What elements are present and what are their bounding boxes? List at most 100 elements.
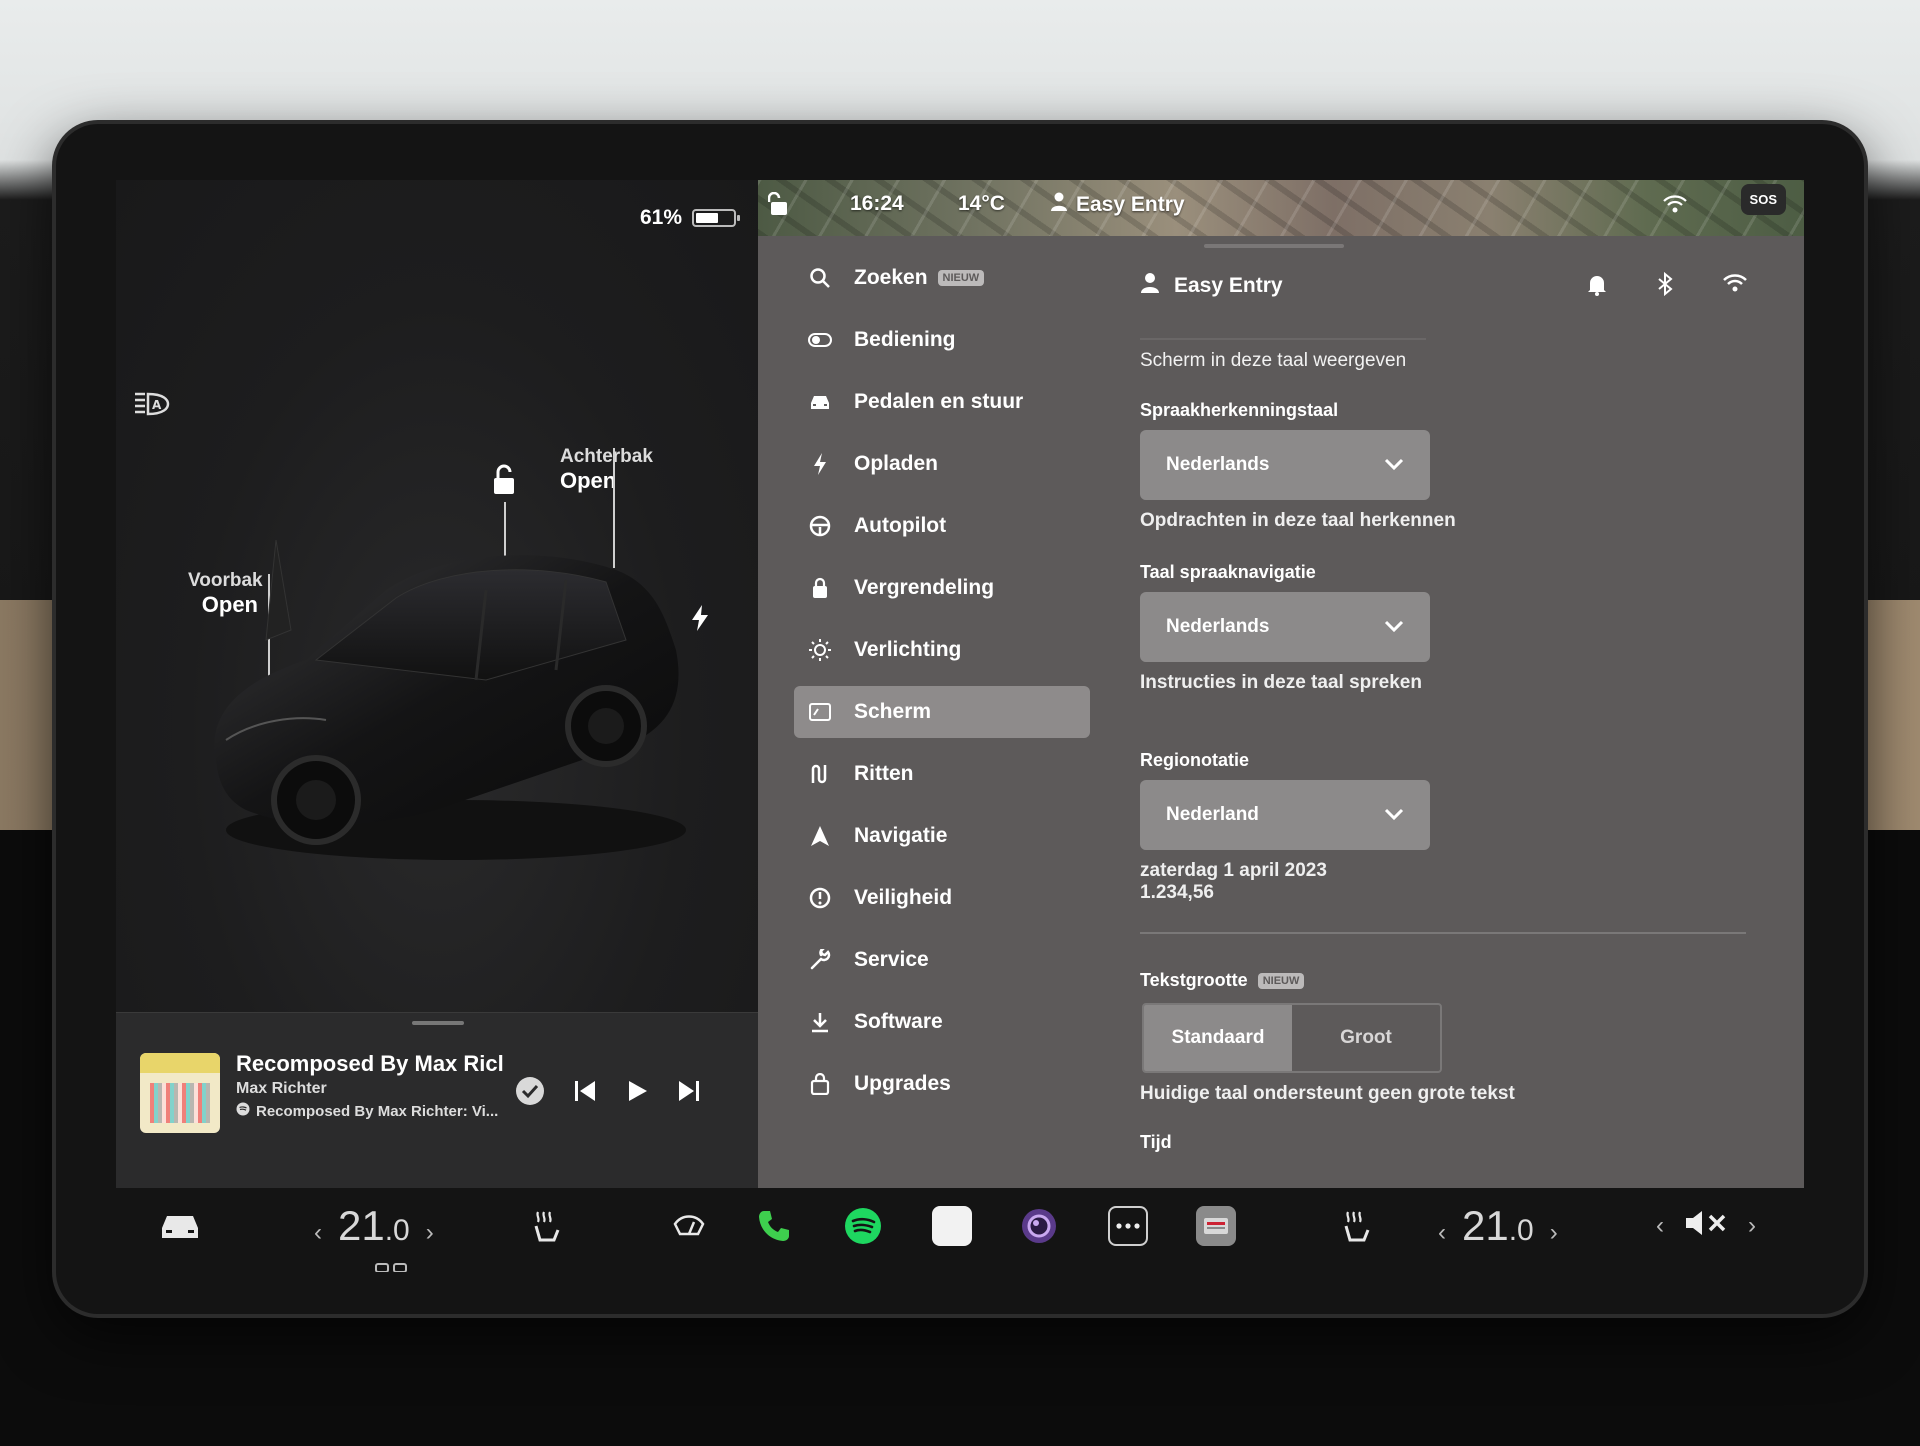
passenger-temp-decimal: .0 bbox=[1508, 1214, 1534, 1247]
header-icons bbox=[1586, 271, 1748, 301]
display-icon bbox=[808, 700, 832, 724]
speech-language-value: Nederlands bbox=[1166, 454, 1270, 475]
driver-temp-up-icon[interactable]: › bbox=[426, 1219, 434, 1247]
favorite-check-icon[interactable] bbox=[514, 1075, 546, 1107]
menu-label: Navigatie bbox=[854, 824, 948, 847]
driver-temp-down-icon[interactable]: ‹ bbox=[314, 1219, 322, 1247]
speech-language-description: Opdrachten in deze taal herkennen bbox=[1140, 510, 1456, 531]
play-icon[interactable] bbox=[624, 1078, 650, 1104]
passenger-temp-down-icon[interactable]: ‹ bbox=[1438, 1219, 1446, 1247]
voice-navigation-dropdown[interactable]: Nederlands bbox=[1140, 592, 1430, 662]
region-date-example: zaterdag 1 april 2023 bbox=[1140, 860, 1327, 881]
wifi-icon[interactable] bbox=[1722, 272, 1748, 301]
text-size-selector: Standaard Groot bbox=[1142, 1003, 1442, 1073]
wiper-icon[interactable] bbox=[672, 1202, 706, 1250]
download-icon bbox=[808, 1010, 832, 1034]
car-panel[interactable]: 61% A Achterbak Open Voorbak Open Recomp… bbox=[116, 180, 758, 1188]
navigation-icon bbox=[808, 824, 832, 848]
text-size-large-option[interactable]: Groot bbox=[1292, 1005, 1440, 1071]
unlock-icon[interactable] bbox=[488, 464, 520, 501]
dashcam-viewer-icon[interactable] bbox=[1196, 1202, 1236, 1250]
text-size-standard-option[interactable]: Standaard bbox=[1144, 1005, 1292, 1071]
menu-item-ritten[interactable]: Ritten bbox=[794, 748, 1090, 800]
car-controls-icon[interactable] bbox=[158, 1202, 202, 1250]
menu-item-scherm[interactable]: Scherm bbox=[794, 686, 1090, 738]
album-title: Recomposed By Max Richter: Vi... bbox=[256, 1102, 499, 1120]
trunk-status[interactable]: Achterbak Open bbox=[560, 446, 653, 494]
new-badge: NIEUW bbox=[937, 270, 985, 286]
header-divider bbox=[1140, 338, 1426, 340]
menu-item-autopilot[interactable]: Autopilot bbox=[794, 500, 1090, 552]
menu-item-verlichting[interactable]: Verlichting bbox=[794, 624, 1090, 676]
steering-wheel-icon bbox=[808, 514, 832, 538]
previous-track-icon[interactable] bbox=[572, 1078, 598, 1104]
menu-label: Veiligheid bbox=[854, 886, 953, 909]
battery-status: 61% bbox=[640, 206, 740, 230]
lock-status[interactable] bbox=[767, 191, 790, 222]
sos-button[interactable]: SOS bbox=[1740, 184, 1786, 215]
seat-heater-passenger-icon[interactable] bbox=[1340, 1202, 1374, 1250]
bluetooth-icon[interactable] bbox=[1656, 271, 1674, 301]
menu-item-opladen[interactable]: Opladen bbox=[794, 438, 1090, 490]
chevron-down-icon bbox=[1384, 454, 1404, 476]
menu-item-upgrades[interactable]: Upgrades bbox=[794, 1058, 1090, 1110]
menu-label: Scherm bbox=[854, 700, 932, 723]
seat-heater-driver-icon[interactable] bbox=[530, 1202, 564, 1250]
driver-temp-decimal: .0 bbox=[384, 1214, 410, 1247]
menu-item-pedalen-en-stuur[interactable]: Pedalen en stuur bbox=[794, 376, 1090, 428]
menu-label: Service bbox=[854, 948, 929, 971]
notification-bell-icon[interactable] bbox=[1586, 272, 1608, 301]
passenger-temperature[interactable]: ‹ 21.0 › bbox=[1438, 1202, 1558, 1250]
trunk-state: Open bbox=[560, 468, 617, 493]
region-number-example: 1.234,56 bbox=[1140, 882, 1214, 903]
unlocked-icon bbox=[767, 191, 790, 222]
menu-item-bediening[interactable]: Bediening bbox=[794, 314, 1090, 366]
speech-language-label: Spraakherkenningstaal bbox=[1140, 400, 1339, 420]
menu-item-zoeken[interactable]: Zoeken NIEUW bbox=[794, 252, 1090, 304]
map-status-strip[interactable]: 16:24 14°C Easy Entry SOS bbox=[758, 180, 1804, 236]
driver-temperature[interactable]: ‹ 21.0 › bbox=[314, 1202, 434, 1250]
volume-control: ‹ › bbox=[1656, 1202, 1756, 1250]
menu-label: Zoeken bbox=[854, 266, 928, 289]
track-info[interactable]: Recomposed By Max Ricl Max Richter Recom… bbox=[236, 1051, 506, 1120]
menu-item-veiligheid[interactable]: Veiligheid bbox=[794, 872, 1090, 924]
region-format-dropdown[interactable]: Nederland bbox=[1140, 780, 1430, 850]
volume-down-icon[interactable]: ‹ bbox=[1656, 1212, 1664, 1240]
menu-label: Ritten bbox=[854, 762, 914, 785]
profile-header[interactable]: Easy Entry bbox=[1140, 272, 1283, 300]
voice-navigation-description: Instructies in deze taal spreken bbox=[1140, 672, 1422, 693]
region-format-label: Regionotatie bbox=[1140, 750, 1250, 770]
menu-item-navigatie[interactable]: Navigatie bbox=[794, 810, 1090, 862]
menu-item-software[interactable]: Software bbox=[794, 996, 1090, 1048]
menu-label: Vergrendeling bbox=[854, 576, 995, 599]
auto-headlight-icon[interactable]: A bbox=[132, 390, 172, 423]
spotify-source-icon bbox=[236, 1102, 250, 1120]
more-apps-icon[interactable] bbox=[1108, 1202, 1148, 1250]
volume-muted-icon[interactable] bbox=[1684, 1208, 1728, 1245]
volume-up-icon[interactable]: › bbox=[1748, 1212, 1756, 1240]
passenger-temp-up-icon[interactable]: › bbox=[1550, 1219, 1558, 1247]
phone-icon[interactable] bbox=[756, 1202, 792, 1250]
profile-icon bbox=[1140, 272, 1160, 300]
speech-language-dropdown[interactable]: Nederlands bbox=[1140, 430, 1430, 500]
profile-status[interactable]: Easy Entry bbox=[1050, 192, 1185, 218]
bag-icon bbox=[808, 1072, 832, 1096]
voice-navigation-value: Nederlands bbox=[1166, 616, 1270, 637]
driver-temp-value: 21 bbox=[338, 1202, 385, 1249]
notes-app-icon[interactable] bbox=[932, 1202, 972, 1250]
camera-icon[interactable] bbox=[1020, 1202, 1058, 1250]
rear-defrost-icon[interactable] bbox=[374, 1246, 410, 1272]
outside-temperature: 14°C bbox=[958, 192, 1005, 215]
media-player[interactable]: Recomposed By Max Ricl Max Richter Recom… bbox=[116, 1012, 758, 1188]
album-art[interactable] bbox=[140, 1053, 220, 1133]
pull-down-handle[interactable] bbox=[1204, 244, 1344, 248]
battery-icon bbox=[692, 209, 740, 227]
profile-icon bbox=[1050, 192, 1068, 218]
media-drag-handle[interactable] bbox=[412, 1021, 464, 1025]
menu-item-service[interactable]: Service bbox=[794, 934, 1090, 986]
spotify-icon[interactable] bbox=[844, 1202, 882, 1250]
car-model-image[interactable] bbox=[186, 530, 706, 870]
menu-item-vergrendeling[interactable]: Vergrendeling bbox=[794, 562, 1090, 614]
touchscreen: 61% A Achterbak Open Voorbak Open Recomp… bbox=[116, 180, 1804, 1272]
next-track-icon[interactable] bbox=[676, 1078, 702, 1104]
